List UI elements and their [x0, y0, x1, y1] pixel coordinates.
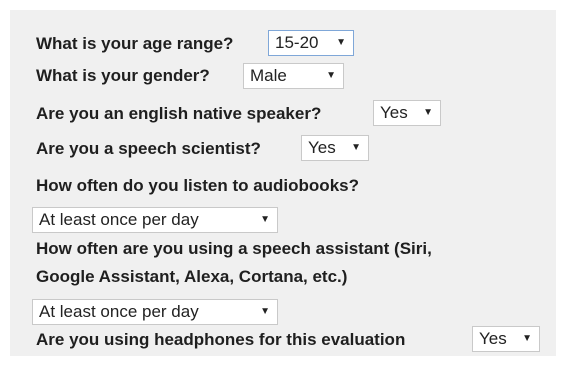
speech-assistant-select[interactable]: At least once per day ▼	[32, 299, 278, 325]
age-label: What is your age range?	[36, 34, 234, 53]
chevron-down-icon: ▼	[326, 70, 336, 81]
age-select[interactable]: 15-20 ▼	[268, 30, 354, 56]
chevron-down-icon: ▼	[522, 333, 532, 344]
chevron-down-icon: ▼	[423, 107, 433, 118]
audiobooks-select[interactable]: At least once per day ▼	[32, 207, 278, 233]
headphones-select-value: Yes	[479, 329, 507, 348]
audiobooks-select-value: At least once per day	[39, 210, 199, 229]
speech-scientist-label: Are you a speech scientist?	[36, 139, 261, 158]
native-speaker-select[interactable]: Yes ▼	[373, 100, 441, 126]
headphones-label: Are you using headphones for this evalua…	[36, 330, 406, 349]
speech-assistant-select-value: At least once per day	[39, 302, 199, 321]
chevron-down-icon: ▼	[260, 306, 270, 317]
audiobooks-label: How often do you listen to audiobooks?	[36, 176, 359, 195]
gender-label: What is your gender?	[36, 66, 210, 85]
chevron-down-icon: ▼	[260, 214, 270, 225]
chevron-down-icon: ▼	[351, 142, 361, 153]
headphones-select[interactable]: Yes ▼	[472, 326, 540, 352]
speech-assistant-label-line1: How often are you using a speech assista…	[36, 239, 432, 258]
speech-assistant-label-line2: Google Assistant, Alexa, Cortana, etc.)	[36, 267, 348, 286]
native-speaker-select-value: Yes	[380, 103, 408, 122]
native-speaker-label: Are you an english native speaker?	[36, 104, 322, 123]
age-select-value: 15-20	[275, 33, 319, 52]
survey-panel: What is your age range? 15-20 ▼ What is …	[10, 10, 556, 356]
speech-scientist-select[interactable]: Yes ▼	[301, 135, 369, 161]
speech-scientist-select-value: Yes	[308, 138, 336, 157]
chevron-down-icon: ▼	[336, 37, 346, 48]
gender-select[interactable]: Male ▼	[243, 63, 344, 89]
gender-select-value: Male	[250, 66, 287, 85]
